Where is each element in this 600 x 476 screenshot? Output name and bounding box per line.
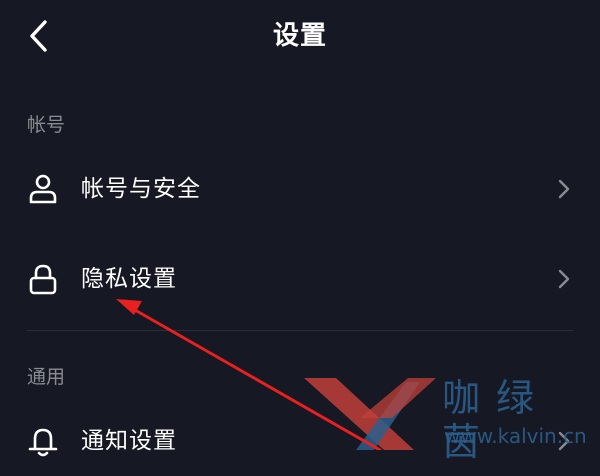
chevron-right-icon xyxy=(558,269,570,289)
section-divider xyxy=(27,330,573,331)
page-title: 设置 xyxy=(272,21,327,51)
user-icon xyxy=(29,174,57,204)
section-header-account: 帐号 xyxy=(27,114,66,136)
settings-item-account-security[interactable]: 帐号与安全 xyxy=(0,154,600,224)
watermark-url: www.kalvin.cn xyxy=(444,424,587,448)
watermark-text: 咖绿茵 xyxy=(442,376,551,464)
settings-item-label: 通知设置 xyxy=(81,428,177,454)
settings-item-label: 帐号与安全 xyxy=(81,176,201,202)
settings-item-privacy[interactable]: 隐私设置 xyxy=(0,244,600,314)
header-bar: 设置 xyxy=(0,0,600,76)
settings-item-label: 隐私设置 xyxy=(81,266,177,292)
lock-icon xyxy=(29,264,57,295)
section-header-general: 通用 xyxy=(27,366,66,388)
chevron-right-icon xyxy=(558,179,570,199)
bell-icon xyxy=(28,428,58,457)
